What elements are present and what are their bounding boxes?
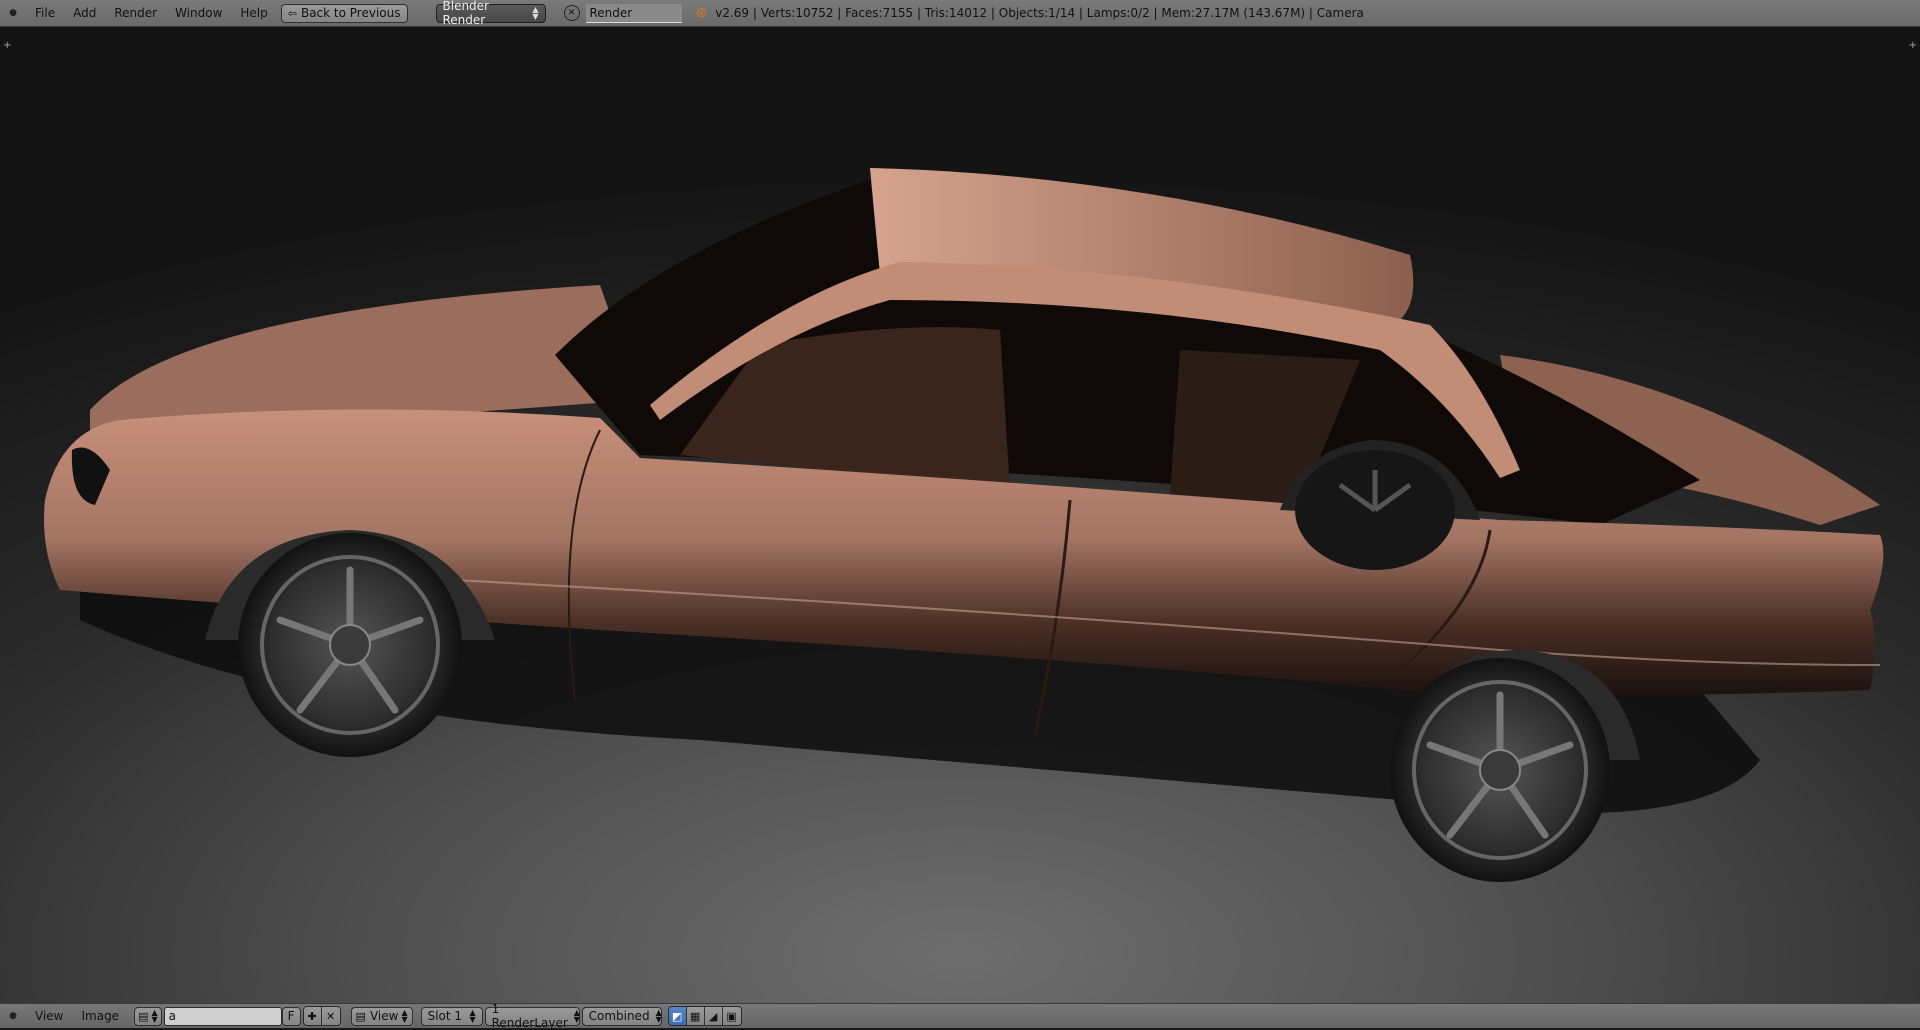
menu-add[interactable]: Add <box>64 6 105 20</box>
pass-dropdown[interactable]: Combined ▲ ▼ <box>581 1006 662 1026</box>
alpha-icon[interactable]: ▦ <box>686 1007 705 1025</box>
close-icon[interactable]: ✕ <box>563 5 580 21</box>
menu-window[interactable]: Window <box>166 6 231 20</box>
render-engine-label: Blender Render <box>442 0 490 27</box>
rendered-car-image <box>44 168 1884 882</box>
slot-dropdown[interactable]: Slot 1 ▲ ▼ <box>420 1006 483 1026</box>
slot-label: Slot 1 <box>427 1009 463 1023</box>
menu-render[interactable]: Render <box>105 6 166 20</box>
image-editor-header: ● View Image ▤ ▲ ▼ a F ✚ ✕ ▤ View ▲ ▼ Slot… <box>0 1002 1920 1030</box>
chevron-updown-icon: ▲ ▼ <box>469 1008 476 1024</box>
image-new-unlink-group: ✚ ✕ <box>302 1006 341 1026</box>
view-dropdown-label: View <box>369 1009 399 1023</box>
status-text: v2.69 | Verts:10752 | Faces:7155 | Tris:… <box>715 6 1364 20</box>
render-engine-dropdown[interactable]: Blender Render ▲ ▼ <box>435 0 546 27</box>
back-to-previous-label: Back to Previous <box>300 6 401 20</box>
blender-logo-icon: ⊛ <box>695 5 708 21</box>
image-browse-icon: ▤ <box>138 1009 149 1023</box>
rgb-icon[interactable]: ◩ <box>668 1007 687 1025</box>
color-picker-icon[interactable]: ▣ <box>722 1007 741 1025</box>
plus-icon[interactable]: ✚ <box>303 1007 322 1025</box>
x-icon[interactable]: ✕ <box>321 1007 340 1025</box>
image-view-icon: ▤ <box>355 1009 366 1023</box>
view-dropdown[interactable]: ▤ View ▲ ▼ <box>350 1006 413 1026</box>
menu-help[interactable]: Help <box>231 6 276 20</box>
display-channels-group: ◩ ▦ ◢ ▣ <box>667 1006 742 1026</box>
chevron-updown-icon: ▲ ▼ <box>151 1008 158 1024</box>
menu-view[interactable]: View <box>26 1009 72 1023</box>
back-to-previous-button[interactable]: ⇦ Back to Previous <box>280 3 408 23</box>
chevron-updown-icon: ▲ ▼ <box>573 1008 580 1024</box>
render-layer-label: 1 RenderLayer <box>491 1002 568 1030</box>
back-icon: ⇦ <box>287 6 297 20</box>
render-layer-dropdown[interactable]: 1 RenderLayer ▲ ▼ <box>484 1002 580 1030</box>
menu-image[interactable]: Image <box>72 1009 128 1023</box>
info-header: ● File Add Render Window Help ⇦ Back to … <box>0 0 1920 27</box>
area-menu-icon[interactable]: ● <box>0 8 26 18</box>
area-menu-icon-bottom[interactable]: ● <box>0 1011 26 1021</box>
z-icon[interactable]: ◢ <box>704 1007 723 1025</box>
menu-file[interactable]: File <box>26 6 64 20</box>
chevron-updown-icon: ▲ ▼ <box>532 5 539 21</box>
scene-name-field[interactable]: Render <box>585 3 682 23</box>
image-name-field[interactable]: a <box>163 1006 282 1026</box>
chevron-updown-icon: ▲ ▼ <box>401 1008 408 1024</box>
fake-user-button[interactable]: F <box>281 1006 301 1026</box>
render-result-view[interactable]: + + <box>0 27 1920 1003</box>
pass-label: Combined <box>588 1009 650 1023</box>
image-browse-button[interactable]: ▤ ▲ ▼ <box>134 1006 162 1026</box>
chevron-updown-icon: ▲ ▼ <box>655 1008 662 1024</box>
